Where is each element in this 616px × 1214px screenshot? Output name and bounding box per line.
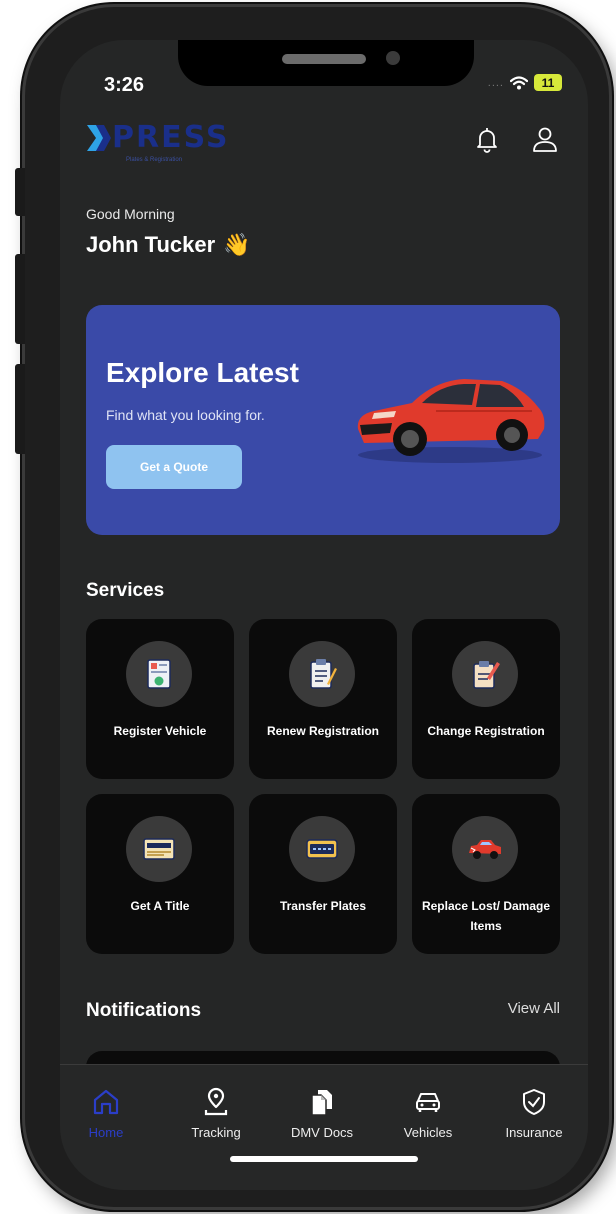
volume-up-button [15, 254, 25, 344]
wave-emoji: 👋 [223, 232, 251, 257]
tab-label: DMV Docs [290, 1125, 354, 1140]
volume-down-button [15, 364, 25, 454]
logo-subtitle: Plates & Registration [126, 157, 183, 163]
user-name-text: John Tucker [86, 232, 216, 257]
service-label: Get A Title [130, 899, 190, 913]
service-label: Change Registration [427, 724, 545, 738]
tab-insurance[interactable]: Insurance [488, 1087, 580, 1140]
battery-icon: 11 [534, 74, 562, 91]
red-car-image [357, 379, 545, 463]
service-label: Renew Registration [266, 724, 380, 738]
xpress-logo: PRESS Plates & Registration [86, 120, 266, 172]
logo-text: PRESS [112, 120, 230, 155]
clipboard-pen-icon [289, 641, 355, 707]
banner-title: Explore Latest [106, 357, 299, 388]
status-indicators: .... 11 [488, 74, 562, 91]
bottom-tab-bar: Home Tracking DMV Docs Vehicles Insuranc… [60, 1064, 588, 1190]
app-screen: 3:26 .... 11 PRESS Plates & Registration… [60, 40, 588, 1190]
status-time: 3:26 [104, 74, 145, 96]
services-heading: Services [86, 580, 165, 601]
banner-subtitle: Find what you looking for. [106, 407, 265, 423]
logo-chevron-icon [87, 124, 111, 151]
tab-tracking[interactable]: Tracking [170, 1087, 262, 1140]
license-plate-icon [289, 816, 355, 882]
service-transfer-plates[interactable]: Transfer Plates [249, 794, 397, 954]
signal-icon: .... [487, 76, 504, 89]
service-label: Register Vehicle [113, 724, 207, 738]
view-all-link[interactable]: View All [508, 1000, 560, 1017]
service-get-title[interactable]: Get A Title [86, 794, 234, 954]
registration-form-icon [126, 641, 192, 707]
notch-camera [386, 51, 400, 65]
car-icon [416, 1093, 440, 1112]
user-name: John Tucker 👋 [86, 232, 251, 258]
mute-switch [15, 168, 25, 216]
home-indicator[interactable] [230, 1156, 418, 1162]
location-pin-icon [204, 1087, 228, 1116]
home-icon [93, 1089, 119, 1115]
service-renew-registration[interactable]: Renew Registration [249, 619, 397, 779]
documents-icon [311, 1090, 332, 1116]
tab-dmv-docs[interactable]: DMV Docs [276, 1087, 368, 1140]
service-label: Replace Lost/ Damage Items [421, 899, 551, 933]
tab-home[interactable]: Home [60, 1087, 152, 1140]
greeting-text: Good Morning [86, 206, 175, 222]
damaged-car-icon [452, 816, 518, 882]
edit-document-icon [452, 641, 518, 707]
tab-label: Tracking [191, 1125, 241, 1140]
wifi-icon [510, 75, 528, 89]
tab-vehicles[interactable]: Vehicles [382, 1087, 474, 1140]
get-quote-button[interactable]: Get a Quote [106, 445, 242, 489]
explore-banner[interactable]: Explore Latest Find what you looking for… [86, 305, 560, 535]
notch-speaker [282, 54, 366, 64]
profile-icon[interactable] [530, 124, 560, 154]
service-label: Transfer Plates [279, 899, 367, 913]
title-certificate-icon [126, 816, 192, 882]
shield-check-icon [523, 1089, 545, 1115]
service-register-vehicle[interactable]: Register Vehicle [86, 619, 234, 779]
notifications-heading: Notifications [86, 1000, 202, 1021]
tab-label: Vehicles [403, 1125, 453, 1140]
bell-icon[interactable] [472, 124, 502, 154]
tab-label: Insurance [505, 1125, 563, 1140]
service-change-registration[interactable]: Change Registration [412, 619, 560, 779]
tab-label: Home [88, 1125, 124, 1140]
service-replace-lost-damage-items[interactable]: Replace Lost/ Damage Items [412, 794, 560, 954]
